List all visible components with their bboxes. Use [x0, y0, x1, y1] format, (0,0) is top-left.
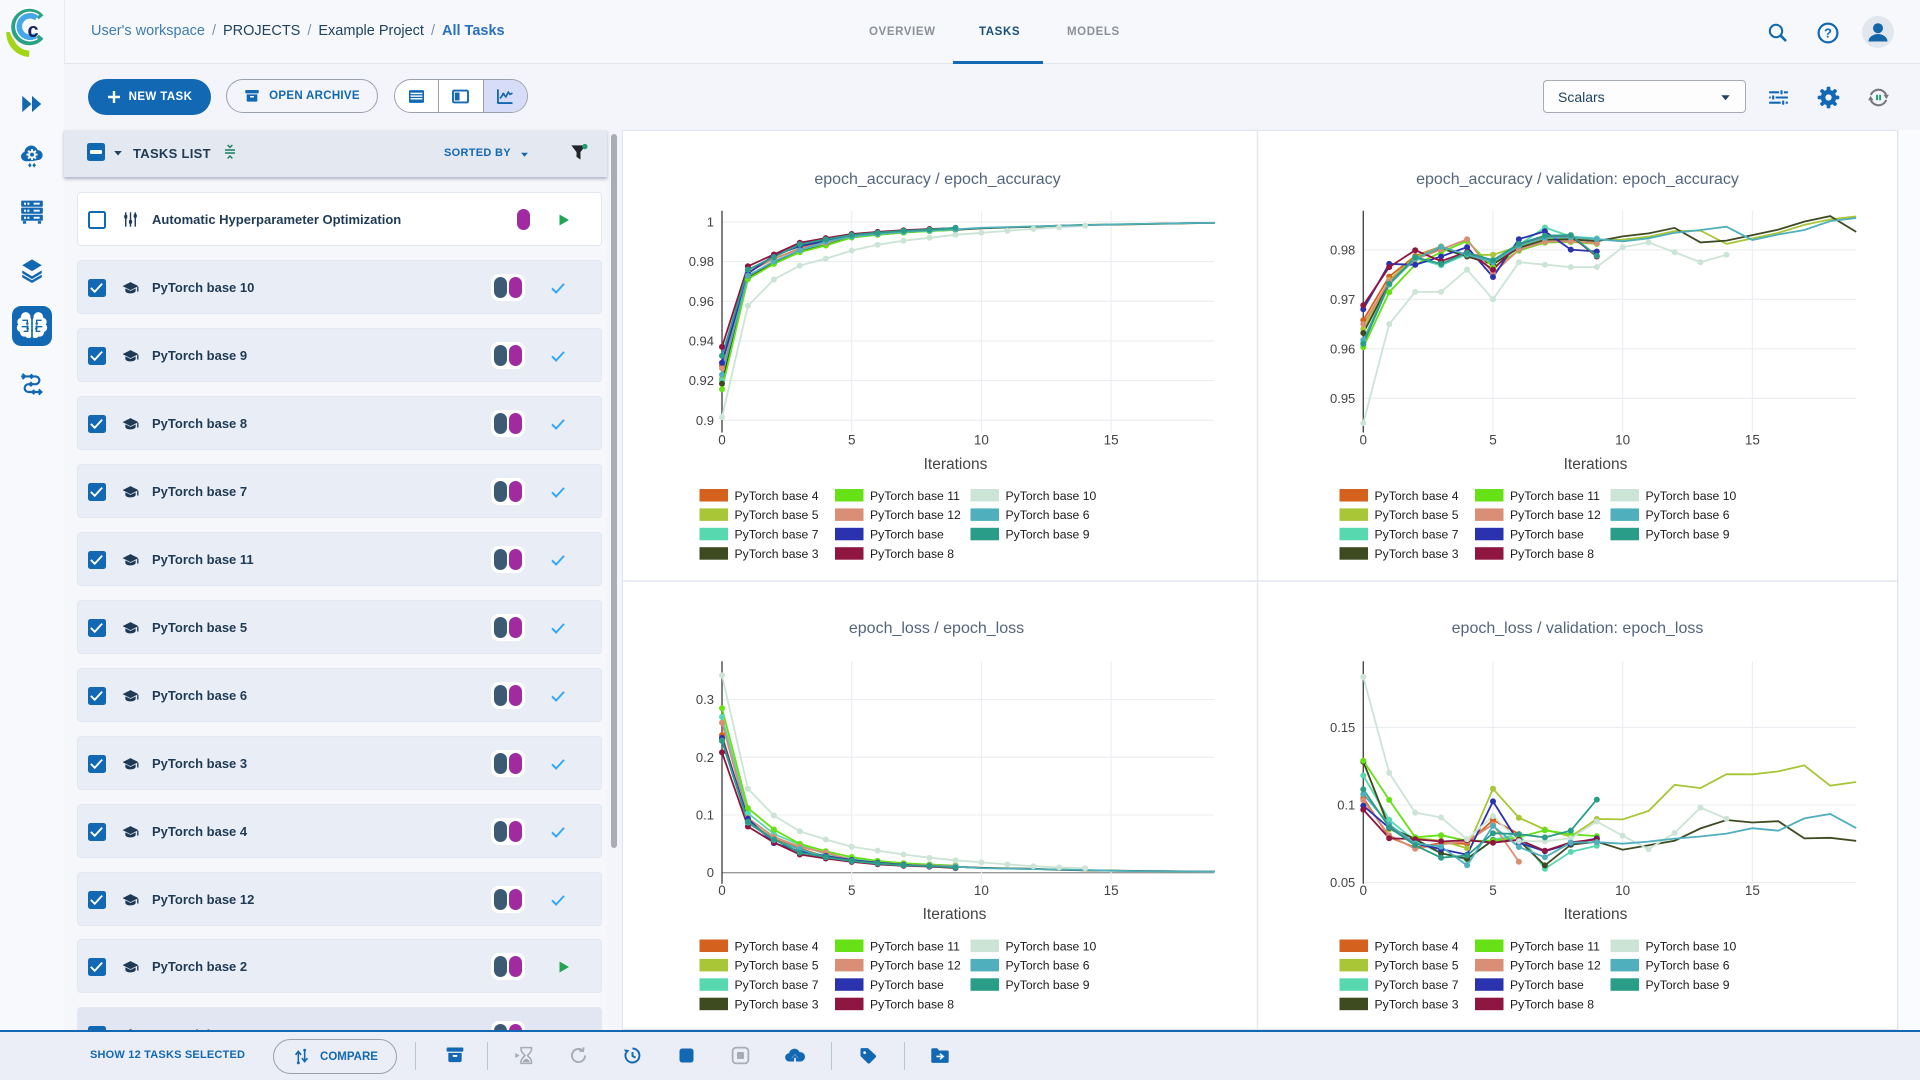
svg-text:5: 5 — [847, 433, 855, 448]
svg-text:PyTorch base 9: PyTorch base 9 — [1645, 978, 1729, 992]
svg-text:0.05: 0.05 — [1329, 875, 1354, 890]
svg-text:0.97: 0.97 — [1329, 292, 1354, 307]
svg-text:PyTorch base 8: PyTorch base 8 — [1510, 547, 1594, 561]
svg-text:0.9: 0.9 — [695, 413, 713, 428]
svg-text:PyTorch base 8: PyTorch base 8 — [870, 547, 954, 561]
svg-text:PyTorch base 11: PyTorch base 11 — [870, 939, 960, 953]
svg-text:0.96: 0.96 — [688, 294, 713, 309]
svg-text:0.1: 0.1 — [1337, 798, 1355, 813]
svg-text:PyTorch base: PyTorch base — [1510, 528, 1584, 542]
svg-text:PyTorch base 5: PyTorch base 5 — [1374, 959, 1458, 973]
svg-text:PyTorch base 7: PyTorch base 7 — [734, 978, 818, 992]
svg-text:PyTorch base 3: PyTorch base 3 — [734, 998, 818, 1012]
svg-text:PyTorch base 12: PyTorch base 12 — [1510, 508, 1601, 522]
svg-text:PyTorch base 8: PyTorch base 8 — [1510, 998, 1594, 1012]
svg-text:10: 10 — [973, 433, 988, 448]
svg-text:15: 15 — [1744, 883, 1759, 898]
svg-text:15: 15 — [1744, 433, 1759, 448]
svg-text:PyTorch base 7: PyTorch base 7 — [1374, 978, 1458, 992]
svg-text:0.95: 0.95 — [1329, 391, 1354, 406]
svg-text:PyTorch base 9: PyTorch base 9 — [1005, 978, 1089, 992]
svg-text:PyTorch base: PyTorch base — [1510, 978, 1584, 992]
svg-text:0: 0 — [706, 865, 713, 880]
svg-text:PyTorch base 7: PyTorch base 7 — [734, 528, 818, 542]
svg-text:0.98: 0.98 — [688, 254, 713, 269]
svg-text:0.3: 0.3 — [695, 692, 713, 707]
svg-text:PyTorch base 5: PyTorch base 5 — [734, 959, 818, 973]
svg-text:PyTorch base 9: PyTorch base 9 — [1645, 528, 1729, 542]
svg-text:PyTorch base 10: PyTorch base 10 — [1005, 939, 1096, 953]
svg-text:0: 0 — [718, 433, 726, 448]
svg-text:PyTorch base: PyTorch base — [870, 528, 944, 542]
svg-text:Iterations: Iterations — [1563, 456, 1627, 473]
svg-text:0.94: 0.94 — [688, 333, 713, 348]
svg-text:PyTorch base 4: PyTorch base 4 — [734, 489, 818, 503]
svg-text:PyTorch base 7: PyTorch base 7 — [1374, 528, 1458, 542]
svg-text:5: 5 — [847, 883, 855, 898]
svg-text:PyTorch base 5: PyTorch base 5 — [734, 508, 818, 522]
svg-text:5: 5 — [1489, 433, 1497, 448]
svg-text:Iterations: Iterations — [923, 456, 987, 473]
svg-text:PyTorch base 3: PyTorch base 3 — [734, 547, 818, 561]
svg-text:PyTorch base 6: PyTorch base 6 — [1005, 508, 1089, 522]
svg-text:PyTorch base 4: PyTorch base 4 — [1374, 939, 1458, 953]
svg-text:PyTorch base 11: PyTorch base 11 — [1510, 489, 1600, 503]
svg-text:0: 0 — [1359, 433, 1367, 448]
svg-text:1: 1 — [706, 214, 713, 229]
svg-text:Iterations: Iterations — [922, 906, 986, 923]
svg-text:10: 10 — [1615, 883, 1630, 898]
svg-text:15: 15 — [1103, 433, 1118, 448]
svg-text:epoch_accuracy / validation: e: epoch_accuracy / validation: epoch_accur… — [1416, 171, 1739, 188]
svg-text:PyTorch base 12: PyTorch base 12 — [870, 959, 961, 973]
svg-text:PyTorch base 4: PyTorch base 4 — [734, 939, 818, 953]
svg-text:c: c — [27, 20, 38, 42]
svg-text:5: 5 — [1489, 883, 1497, 898]
svg-text:PyTorch base 5: PyTorch base 5 — [1374, 508, 1458, 522]
svg-text:?: ? — [1824, 26, 1832, 41]
svg-text:PyTorch base 10: PyTorch base 10 — [1645, 939, 1736, 953]
svg-text:15: 15 — [1103, 883, 1118, 898]
svg-text:0.92: 0.92 — [688, 373, 713, 388]
svg-text:PyTorch base: PyTorch base — [870, 978, 944, 992]
svg-text:epoch_loss / validation: epoch: epoch_loss / validation: epoch_loss — [1451, 620, 1703, 637]
svg-text:PyTorch base 3: PyTorch base 3 — [1374, 998, 1458, 1012]
svg-text:PyTorch base 10: PyTorch base 10 — [1005, 489, 1096, 503]
svg-text:0: 0 — [1359, 883, 1367, 898]
svg-text:0.98: 0.98 — [1329, 242, 1354, 257]
svg-text:PyTorch base 10: PyTorch base 10 — [1645, 489, 1736, 503]
svg-text:10: 10 — [1615, 433, 1630, 448]
svg-text:PyTorch base 9: PyTorch base 9 — [1005, 528, 1089, 542]
svg-text:0.96: 0.96 — [1329, 341, 1354, 356]
svg-text:0: 0 — [718, 883, 726, 898]
svg-text:epoch_accuracy / epoch_accurac: epoch_accuracy / epoch_accuracy — [814, 171, 1060, 188]
svg-text:PyTorch base 12: PyTorch base 12 — [1510, 959, 1601, 973]
svg-text:epoch_loss / epoch_loss: epoch_loss / epoch_loss — [848, 620, 1023, 637]
svg-text:PyTorch base 6: PyTorch base 6 — [1645, 959, 1729, 973]
svg-text:PyTorch base 6: PyTorch base 6 — [1005, 959, 1089, 973]
svg-text:PyTorch base 11: PyTorch base 11 — [1510, 939, 1600, 953]
svg-text:PyTorch base 11: PyTorch base 11 — [870, 489, 960, 503]
svg-text:0.15: 0.15 — [1329, 720, 1354, 735]
svg-text:10: 10 — [973, 883, 988, 898]
svg-text:PyTorch base 12: PyTorch base 12 — [870, 508, 961, 522]
svg-text:PyTorch base 6: PyTorch base 6 — [1645, 508, 1729, 522]
svg-text:PyTorch base 8: PyTorch base 8 — [870, 998, 954, 1012]
svg-text:0.2: 0.2 — [695, 750, 713, 765]
svg-text:Iterations: Iterations — [1563, 906, 1627, 923]
svg-text:PyTorch base 4: PyTorch base 4 — [1374, 489, 1458, 503]
svg-text:PyTorch base 3: PyTorch base 3 — [1374, 547, 1458, 561]
svg-text:0.1: 0.1 — [695, 808, 713, 823]
